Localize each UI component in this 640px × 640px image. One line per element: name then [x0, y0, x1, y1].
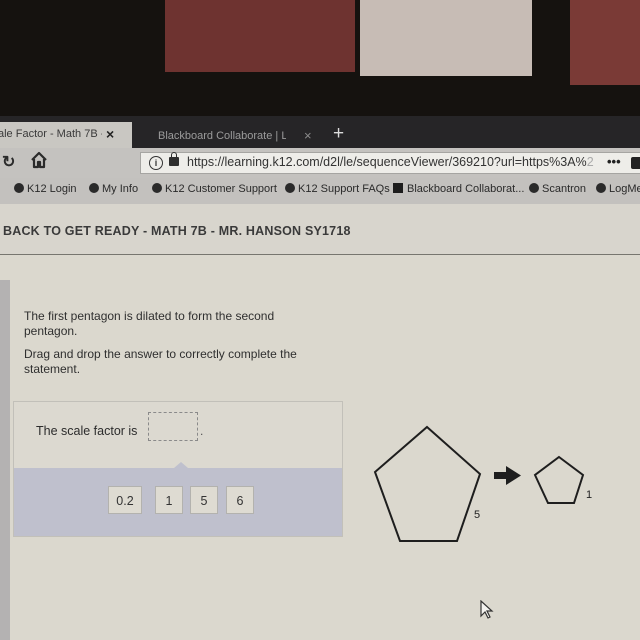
- bookmark-k12-support-faqs[interactable]: K12 Support FAQs: [285, 183, 390, 195]
- small-pentagon: [533, 455, 585, 504]
- bookmark-k12-customer-support[interactable]: K12 Customer Support: [152, 183, 277, 195]
- answer-drop-target[interactable]: [148, 412, 198, 441]
- course-title: BACK TO GET READY - MATH 7B - MR. HANSON…: [3, 224, 351, 238]
- question-text: The first pentagon is dilated to form th…: [24, 309, 324, 385]
- statement-text: The scale factor is: [36, 424, 138, 438]
- globe-icon: [89, 183, 99, 193]
- bookmark-blackboard-collaborate[interactable]: Blackboard Collaborat...: [393, 183, 524, 195]
- globe-icon: [596, 183, 606, 193]
- tab-title: ale Factor - Math 7B - M: [0, 128, 102, 140]
- bookmark-logme[interactable]: LogMe: [596, 183, 640, 195]
- url-text[interactable]: https://learning.k12.com/d2l/le/sequence…: [187, 155, 594, 169]
- answer-chip[interactable]: 1: [155, 486, 183, 514]
- blackboard-icon: [393, 183, 403, 193]
- answer-chip[interactable]: 5: [190, 486, 218, 514]
- small-pentagon-side-label: 1: [586, 489, 592, 501]
- tab-blackboard[interactable]: Blackboard Collaborate | La ×: [158, 126, 312, 146]
- pocket-icon[interactable]: [631, 157, 640, 169]
- home-icon[interactable]: [30, 151, 48, 169]
- question-instruction: Drag and drop the answer to correctly co…: [24, 347, 297, 376]
- course-header: BACK TO GET READY - MATH 7B - MR. HANSON…: [0, 204, 640, 255]
- globe-icon: [14, 183, 24, 193]
- bookmark-k12-login[interactable]: K12 Login: [14, 183, 77, 195]
- bookmark-my-info[interactable]: My Info: [89, 183, 138, 195]
- pentagon-figure: 5 1: [373, 425, 592, 542]
- mouse-cursor-icon: [480, 600, 494, 619]
- background-wall: [570, 0, 640, 85]
- question-prompt: The first pentagon is dilated to form th…: [24, 309, 275, 338]
- large-pentagon-side-label: 5: [474, 509, 480, 521]
- answer-tray: 0.2 1 5 6: [14, 462, 342, 536]
- background-wall: [165, 0, 355, 72]
- answer-chip[interactable]: 0.2: [108, 486, 142, 514]
- close-tab-icon[interactable]: ×: [106, 122, 114, 146]
- background-window: [360, 0, 532, 76]
- arrow-icon: [494, 466, 521, 485]
- bookmarks-bar: K12 Login My Info K12 Customer Support K…: [0, 178, 640, 205]
- drag-drop-area: The scale factor is . 0.2 1 5 6: [13, 401, 343, 537]
- browser-window: ale Factor - Math 7B - M × Blackboard Col…: [0, 116, 640, 640]
- globe-icon: [529, 183, 539, 193]
- address-bar[interactable]: i https://learning.k12.com/d2l/le/sequen…: [140, 152, 640, 174]
- tray-pointer: [174, 462, 188, 468]
- globe-icon: [285, 183, 295, 193]
- lesson-content: The first pentagon is dilated to form th…: [0, 255, 640, 640]
- left-rail: [0, 280, 10, 640]
- globe-icon: [152, 183, 162, 193]
- tab-scale-factor[interactable]: ale Factor - Math 7B - M ×: [0, 122, 132, 148]
- info-icon[interactable]: i: [149, 156, 163, 170]
- tab-title: Blackboard Collaborate | La: [158, 130, 286, 142]
- tab-strip: ale Factor - Math 7B - M × Blackboard Col…: [0, 116, 640, 148]
- bookmark-scantron[interactable]: Scantron: [529, 183, 586, 195]
- statement-period: .: [200, 424, 204, 438]
- page-actions-icon[interactable]: •••: [607, 154, 621, 169]
- large-pentagon: [373, 425, 482, 542]
- new-tab-button[interactable]: +: [333, 123, 344, 145]
- reload-icon[interactable]: ↻: [2, 152, 15, 172]
- navigation-bar: ↻ i https://learning.k12.com/d2l/le/sequ…: [0, 148, 640, 178]
- answer-chip[interactable]: 6: [226, 486, 254, 514]
- room-background: [0, 0, 640, 120]
- close-tab-icon[interactable]: ×: [304, 126, 312, 146]
- lock-icon: [169, 152, 179, 166]
